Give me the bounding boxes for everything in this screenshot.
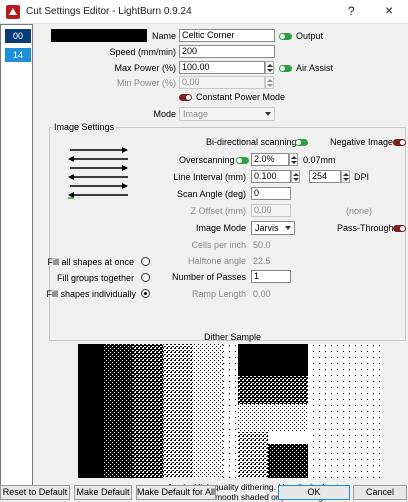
overscanning-mm: 0.07mm: [303, 155, 336, 165]
lightburn-logo-icon: [6, 5, 20, 19]
dither-sample-image: [78, 344, 382, 478]
bidirectional-toggle[interactable]: [295, 139, 308, 146]
dpi-spinner[interactable]: [341, 170, 350, 183]
air-assist-toggle[interactable]: [279, 65, 292, 72]
fill-all-label: Fill all shapes at once: [47, 257, 134, 267]
dither-sample-label: Dither Sample: [204, 332, 262, 342]
ramp-length-label: Ramp Length: [191, 289, 246, 299]
z-offset-input: 0.00: [251, 204, 291, 217]
help-icon[interactable]: ?: [348, 4, 355, 18]
window-title: Cut Settings Editor - LightBurn 0.9.24: [26, 6, 192, 17]
overscanning-spinner[interactable]: [289, 153, 298, 166]
overscanning-label: Overscanning: [179, 155, 235, 165]
min-power-label: Min Power (%): [116, 78, 176, 88]
reset-to-default-button[interactable]: Reset to Default: [0, 485, 70, 500]
fill-groups-label: Fill groups together: [56, 273, 134, 283]
z-offset-label: Z Offset (mm): [190, 206, 246, 216]
passes-label: Number of Passes: [171, 272, 246, 282]
image-mode-value: Jarvis: [255, 223, 279, 233]
max-power-spinner[interactable]: [265, 61, 274, 74]
close-icon[interactable]: ×: [385, 2, 393, 18]
ok-button[interactable]: OK: [278, 485, 350, 500]
negative-image-toggle[interactable]: [393, 139, 406, 146]
constant-power-toggle[interactable]: [179, 94, 192, 101]
halftone-angle-value: 22.5: [253, 256, 271, 266]
min-power-spinner: [265, 76, 274, 89]
bidirectional-label: Bi-directional scanning: [206, 137, 297, 147]
pass-through-toggle[interactable]: [393, 225, 406, 232]
line-interval-label: Line Interval (mm): [173, 172, 246, 182]
max-power-label: Max Power (%): [114, 63, 176, 73]
fill-all-radio[interactable]: [141, 257, 150, 266]
dpi-label: DPI: [354, 172, 370, 182]
z-offset-extra: (none): [346, 206, 373, 216]
speed-label: Speed (mm/min): [109, 47, 176, 57]
mode-label: Mode: [153, 109, 176, 119]
fill-groups-radio[interactable]: [141, 273, 150, 282]
min-power-input: 0.00: [179, 76, 265, 89]
image-mode-label: Image Mode: [195, 223, 246, 233]
halftone-angle-label: Halftone angle: [187, 256, 246, 266]
passes-input[interactable]: 1: [251, 270, 291, 283]
scan-angle-input[interactable]: 0: [251, 187, 291, 200]
overscanning-input[interactable]: 2.0%: [251, 153, 289, 166]
layer-list[interactable]: 00 14: [0, 24, 33, 494]
speed-input[interactable]: 200: [179, 45, 275, 58]
title-bar: Cut Settings Editor - LightBurn 0.9.24 ?…: [0, 0, 408, 24]
constant-power-label: Constant Power Mode: [196, 92, 286, 102]
max-power-input[interactable]: 100.00: [179, 61, 265, 74]
fill-individually-radio[interactable]: [141, 289, 150, 298]
make-default-button[interactable]: Make Default: [74, 485, 132, 500]
output-label: Output: [296, 31, 324, 41]
pass-through-label: Pass-Through: [337, 223, 394, 233]
mode-select: Image: [179, 107, 275, 121]
image-settings-title: Image Settings: [52, 122, 117, 132]
fill-individually-label: Fill shapes individually: [46, 289, 136, 299]
layer-item-00[interactable]: 00: [5, 29, 31, 43]
dpi-input[interactable]: 254: [309, 170, 341, 183]
output-toggle[interactable]: [279, 33, 292, 40]
line-interval-input[interactable]: 0.100: [251, 170, 291, 183]
cells-per-inch-label: Cells per inch: [191, 240, 246, 250]
line-interval-spinner[interactable]: [291, 170, 300, 183]
overscanning-toggle[interactable]: [236, 157, 249, 164]
layer-item-14[interactable]: 14: [5, 48, 31, 62]
cancel-button[interactable]: Cancel: [353, 485, 407, 500]
air-assist-label: Air Assist: [296, 63, 334, 73]
name-input[interactable]: Celtic Corner: [179, 29, 275, 42]
layer-color-swatch: [51, 29, 147, 42]
scan-angle-label: Scan Angle (deg): [176, 189, 246, 199]
name-label: Name: [151, 31, 176, 41]
cells-per-inch-value: 50.0: [253, 240, 271, 250]
cut-settings-panel: Name Celtic Corner Output Speed (mm/min)…: [46, 24, 408, 502]
image-mode-select[interactable]: Jarvis: [251, 221, 295, 235]
mode-value: Image: [183, 109, 209, 119]
negative-image-label: Negative Image: [330, 137, 394, 147]
make-default-all-button[interactable]: Make Default for All: [136, 485, 216, 500]
scan-direction-icon: [68, 147, 128, 199]
ramp-length-value: 0.00: [253, 289, 271, 299]
